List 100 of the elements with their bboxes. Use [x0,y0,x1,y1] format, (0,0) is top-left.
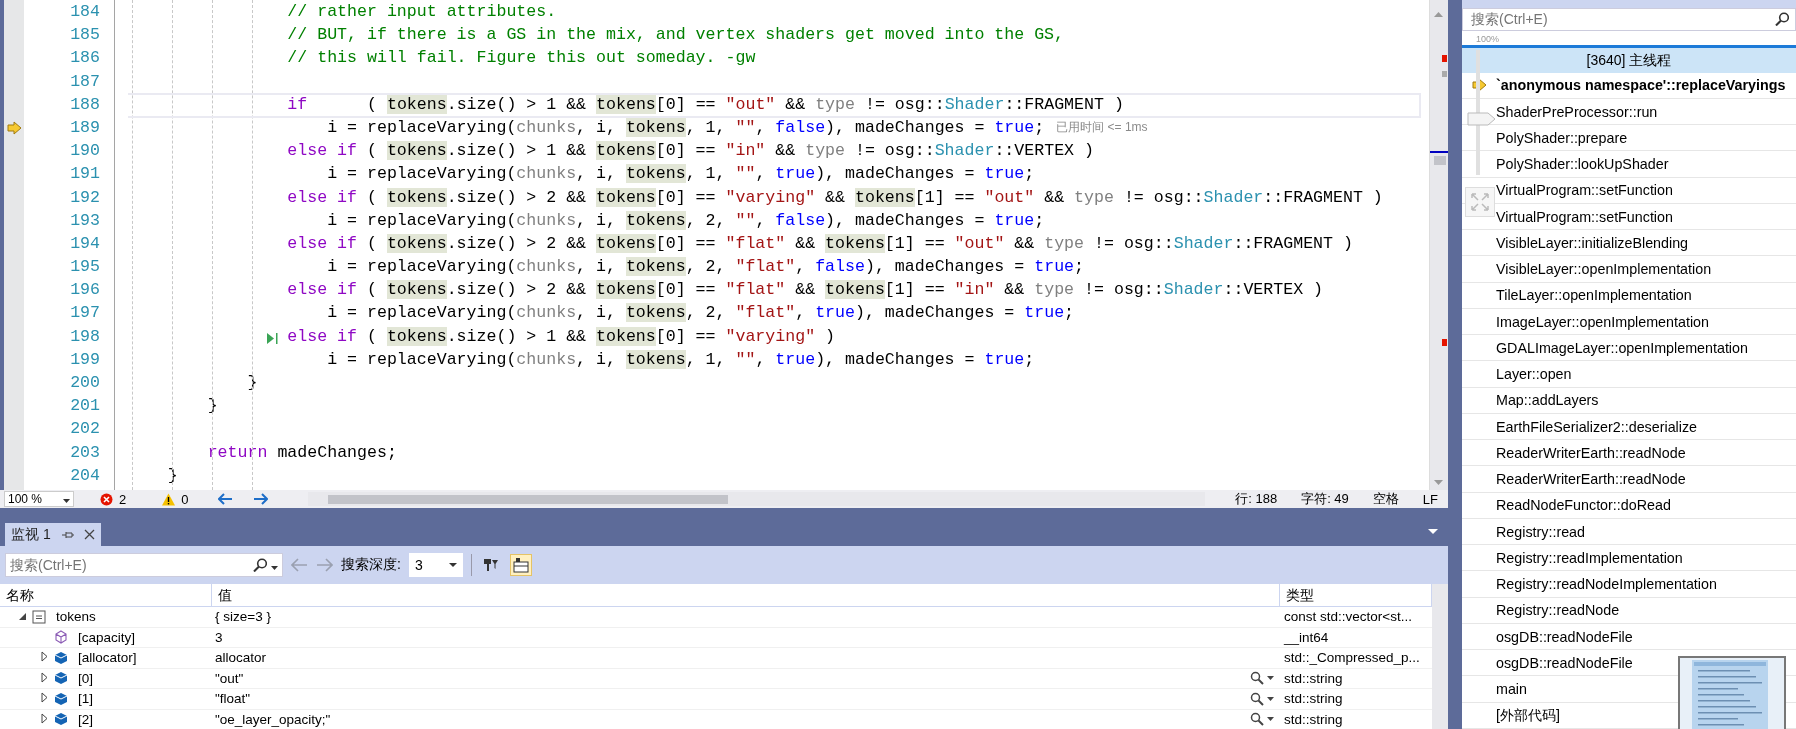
variable-type: std::string [1284,691,1343,707]
stack-frame[interactable]: Registry::read [1496,523,1585,540]
collapsed-arrow-icon[interactable] [39,712,49,724]
stack-frame[interactable]: PolyShader::prepare [1496,129,1628,146]
stack-frame[interactable]: `anonymous namespace'::replaceVaryings [1496,77,1786,94]
line-indicator[interactable]: 行: 188 [1235,490,1278,508]
search-box[interactable]: 搜索(Ctrl+E) [5,553,283,577]
search-icon [253,558,267,572]
cube-icon [54,691,68,706]
stack-frame[interactable]: PolyShader::lookUpShader [1496,156,1669,173]
variable-name: [allocator] [78,650,137,666]
code-line: i = replaceVarying(chunks, i, tokens, 2, "flat", false), madeChanges = true; [326,256,1085,279]
line-number: 204 [69,464,101,487]
stack-frame[interactable]: VirtualProgram::setFunction [1496,208,1673,225]
stack-frame[interactable]: osgDB::readNodeFile [1496,628,1633,645]
zoom-slider-thumb-icon[interactable] [1467,112,1496,126]
line-ending-indicator[interactable]: LF [1422,491,1438,507]
stack-frame[interactable]: ReadNodeFunctor::doRead [1496,497,1671,514]
caret-icon[interactable] [1267,676,1274,681]
collapsed-arrow-icon[interactable] [39,692,49,704]
magnifier-icon[interactable] [1250,671,1264,686]
code-line: i = replaceVarying(chunks, i, tokens, 1, "", false), madeChanges = true; [326,116,1045,139]
vertical-scrollbar[interactable] [1429,0,1448,490]
pin-icon[interactable] [60,529,74,540]
error-marker [1442,339,1447,346]
scrollbar-thumb[interactable] [328,494,729,504]
caret-icon [271,566,278,570]
run-to-click-icon[interactable] [266,331,278,345]
stack-frame[interactable]: [外部代码] [1496,705,1560,725]
code-line: i = replaceVarying(chunks, i, tokens, 2, "", false), madeChanges = true; [326,209,1045,232]
column-header[interactable]: 值 [212,584,1280,606]
scrollbar-thumb[interactable] [1434,156,1446,165]
code-line: // this will fail. Figure this out someday. -gw [286,47,756,70]
stack-frame[interactable]: ReaderWriterEarth::readNode [1496,444,1686,461]
cube-icon [54,671,68,686]
char-indicator[interactable]: 字符: 49 [1301,490,1349,508]
error-icon[interactable] [100,492,113,506]
variable-value: { size=3 } [215,609,271,625]
search-field[interactable]: 搜索(Ctrl+E) [10,557,253,573]
stack-frame[interactable]: osgDB::readNodeFile [1496,654,1633,671]
code-line: // BUT, if there is a GS in the mix, and vertex shaders get moved into the GS, [286,24,1065,47]
stack-frame[interactable]: VirtualProgram::setFunction [1496,182,1673,199]
close-icon[interactable] [83,529,95,540]
code-line: i = replaceVarying(chunks, i, tokens, 1, "", true), madeChanges = true; [326,163,1035,186]
table-icon [512,557,529,573]
stack-frame[interactable]: Map::addLayers [1496,392,1599,409]
variable-name: [capacity] [78,629,136,645]
search-field[interactable]: 搜索(Ctrl+E) [1469,10,1775,29]
stack-frame[interactable]: Registry::readImplementation [1496,549,1683,566]
table-toggle-button[interactable] [509,554,532,576]
variable-type: std::_Compressed_p... [1284,650,1420,666]
search-depth-dropdown[interactable]: 3 [408,553,463,577]
caret-icon[interactable] [1267,717,1274,722]
code-line: i = replaceVarying(chunks, i, tokens, 1, "", true), madeChanges = true; [326,348,1035,371]
line-number: 186 [69,47,101,70]
stack-frame[interactable]: Registry::readNode [1496,602,1620,619]
expanded-arrow-icon[interactable] [17,612,27,622]
variable-value: "out" [215,670,244,686]
stack-frame[interactable]: GDALImageLayer::openImplementation [1496,339,1748,356]
horizontal-scrollbar[interactable] [308,492,1206,506]
stack-frame[interactable]: TileLayer::openImplementation [1496,287,1692,304]
forward-arrow-icon[interactable] [253,493,269,505]
stack-frame[interactable]: ImageLayer::openImplementation [1496,313,1709,330]
watch-tab[interactable]: 监视 1 [5,523,101,546]
dropdown-arrow-icon[interactable] [1428,529,1438,534]
caret-icon [63,499,70,503]
error-count[interactable]: 2 [119,491,127,507]
line-number: 200 [69,372,101,394]
search-icon [1775,12,1789,27]
search-depth-label: 搜索深度: [341,556,401,574]
stack-frame[interactable]: VisibleLayer::openImplementation [1496,261,1712,278]
vertical-scrollbar[interactable] [1432,584,1448,729]
stack-frame[interactable]: EarthFileSerializer2::deserialize [1496,418,1698,435]
variable-type: __int64 [1284,629,1329,645]
stack-frame[interactable]: VisibleLayer::initializeBlending [1496,234,1689,251]
line-number: 185 [69,24,101,47]
code-line: else if ( tokens.size() > 1 && tokens[0] == "varying" ) [286,325,836,348]
stack-frame[interactable]: Layer::open [1496,366,1572,383]
magnifier-icon[interactable] [1250,691,1264,706]
stack-frame[interactable]: ReaderWriterEarth::readNode [1496,471,1686,488]
caret-icon[interactable] [1267,696,1274,701]
whitespace-indicator[interactable]: 空格 [1372,490,1399,508]
stack-frame[interactable]: Registry::readNodeImplementation [1496,576,1717,593]
variable-type: std::string [1284,711,1343,727]
collapsed-arrow-icon[interactable] [39,651,49,663]
warning-icon[interactable] [162,492,176,506]
magnifier-icon[interactable] [1250,712,1264,727]
line-number: 190 [69,140,101,163]
zoom-dropdown[interactable]: 100 % [4,491,74,507]
back-arrow-icon[interactable] [218,493,234,505]
caret-icon [448,563,457,567]
code-line: i = replaceVarying(chunks, i, tokens, 2, "flat", true), madeChanges = true; [326,302,1075,325]
warning-count[interactable]: 0 [181,491,189,507]
line-number: 199 [69,348,101,371]
stack-frame[interactable]: main [1496,681,1527,698]
collapsed-arrow-icon[interactable] [39,671,49,683]
stack-frame[interactable]: ShaderPreProcessor::run [1496,103,1658,120]
search-box[interactable]: 搜索(Ctrl+E) [1462,7,1796,31]
column-header[interactable]: 名称 [0,584,212,606]
code-line: return madeChanges; [206,441,397,464]
